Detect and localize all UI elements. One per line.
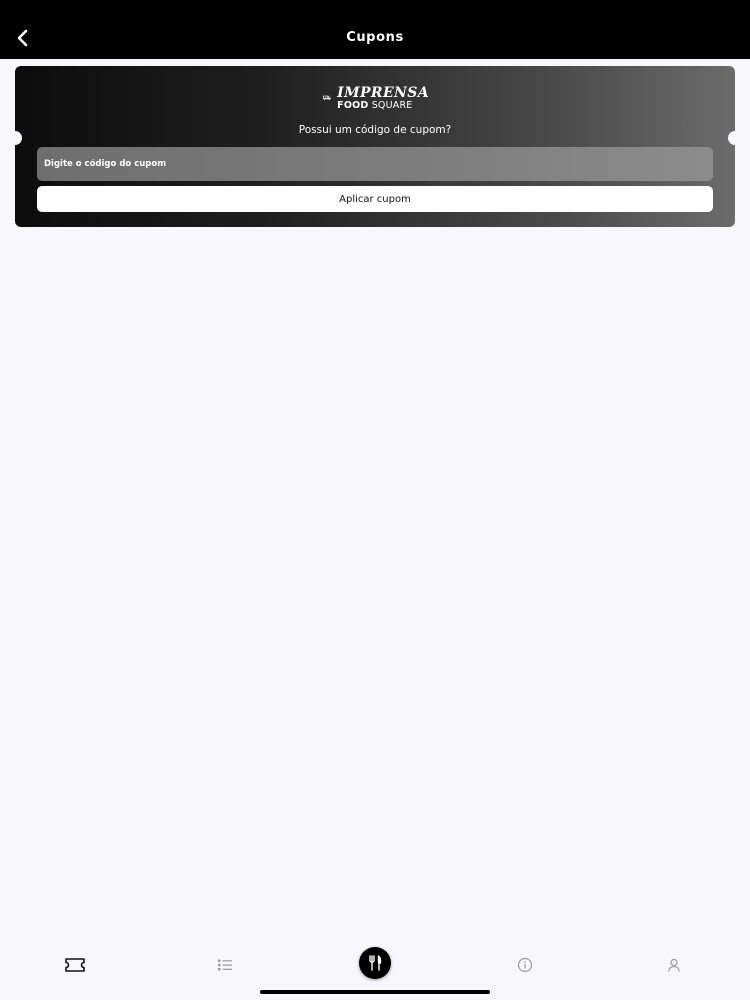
- brand-logo: IMPRENSA FOOD SQUARE: [323, 82, 429, 114]
- home-indicator: [260, 990, 490, 994]
- bottom-tab-bar: [0, 940, 750, 990]
- tab-coupons[interactable]: [60, 952, 90, 978]
- coupon-card: IMPRENSA FOOD SQUARE Possui um código de…: [15, 66, 735, 227]
- fork-knife-icon: [369, 955, 382, 971]
- list-icon: [218, 959, 232, 971]
- info-icon: [517, 957, 533, 973]
- tab-info[interactable]: [510, 952, 540, 978]
- user-icon: [668, 958, 680, 972]
- coupon-code-input[interactable]: [37, 147, 713, 181]
- tab-menu[interactable]: [359, 947, 391, 979]
- coupon-prompt: Possui um código de cupom?: [298, 124, 452, 136]
- tab-orders[interactable]: [210, 952, 240, 978]
- page-title: Cupons: [346, 30, 404, 45]
- logo-text-square: SQUARE: [371, 99, 413, 111]
- food-truck-icon: [323, 95, 331, 101]
- top-navigation-bar: Cupons: [0, 0, 750, 59]
- ticket-icon: [65, 958, 85, 972]
- logo-text-food-square: FOOD SQUARE: [337, 101, 429, 111]
- tab-profile[interactable]: [659, 952, 689, 978]
- apply-coupon-button[interactable]: Aplicar cupom: [37, 186, 713, 212]
- logo-text-food: FOOD: [337, 99, 369, 111]
- logo-text-imprensa: IMPRENSA: [337, 84, 429, 101]
